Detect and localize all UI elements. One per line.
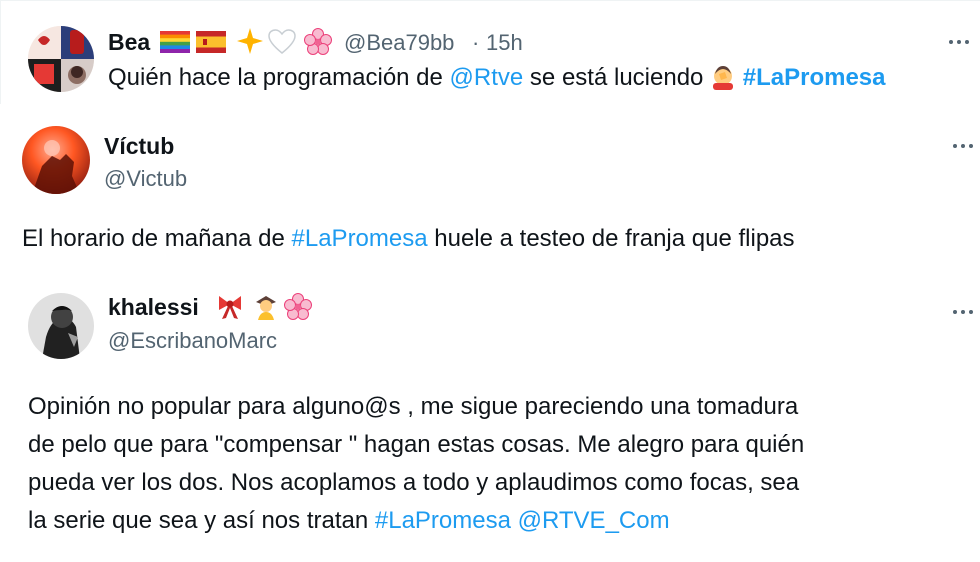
divider <box>0 0 980 1</box>
tweet-text-line-2: de pelo que para "compensar " hagan esta… <box>28 431 805 458</box>
more-options-icon[interactable] <box>953 142 975 150</box>
text-segment: huele a testeo de franja que flipas <box>427 225 795 252</box>
tweet-bea[interactable]: Bea @Bea79bb · 15h Quién hace la program… <box>0 0 980 104</box>
handle[interactable]: @EscribanoMarc <box>108 328 277 354</box>
white-heart-icon <box>268 29 296 54</box>
divider <box>0 0 1 104</box>
tweet-khalessi[interactable]: khalessi @EscribanoMarc Opinión no popul… <box>0 274 980 562</box>
avatar[interactable] <box>28 26 94 92</box>
tweet-text-line-3: pueda ver los dos. Nos acoplamos a todo … <box>28 469 800 496</box>
handle[interactable]: @Bea79bb <box>344 30 454 56</box>
rainbow-flag-icon <box>160 31 190 53</box>
tweet-text-line-4: la serie que sea y así nos tratan #LaPro… <box>28 502 670 540</box>
timestamp[interactable]: 15h <box>486 30 523 56</box>
mention-link[interactable]: @RTVE_Com <box>518 507 670 534</box>
spain-flag-icon <box>196 31 226 53</box>
hashtag-link[interactable]: #LaPromesa <box>375 507 511 534</box>
display-name[interactable]: Bea <box>108 29 150 56</box>
ribbon-icon <box>219 296 241 319</box>
cherry-blossom-icon <box>284 293 312 320</box>
handle[interactable]: @Victub <box>104 166 187 192</box>
tweet-text: Quién hace la programación de @Rtve se e… <box>108 59 885 97</box>
teacher-icon <box>256 296 276 320</box>
display-name[interactable]: khalessi <box>108 294 199 321</box>
tweet-text: El horario de mañana de #LaPromesa huele… <box>22 220 795 258</box>
facepalm-icon <box>713 65 734 90</box>
avatar[interactable] <box>28 293 94 359</box>
text-segment: la serie que sea y así nos tratan <box>28 507 375 534</box>
tweet-victub[interactable]: Víctub @Victub El horario de mañana de #… <box>0 104 980 274</box>
tweet-text-line-1: Opinión no popular para alguno@s , me si… <box>28 393 799 420</box>
mention-link[interactable]: @Rtve <box>450 64 524 91</box>
avatar[interactable] <box>22 126 90 194</box>
hashtag-link[interactable]: #LaPromesa <box>743 64 886 91</box>
sparkle-star-icon <box>237 28 263 54</box>
display-name[interactable]: Víctub <box>104 133 174 160</box>
separator: · <box>472 30 480 55</box>
text-segment: Quién hace la programación de <box>108 64 450 91</box>
more-options-icon[interactable] <box>949 38 971 46</box>
text-segment: El horario de mañana de <box>22 225 292 252</box>
cherry-blossom-icon <box>304 28 332 55</box>
text-segment: se está luciendo <box>523 64 711 91</box>
hashtag-link[interactable]: #LaPromesa <box>292 225 428 252</box>
more-options-icon[interactable] <box>953 308 975 316</box>
